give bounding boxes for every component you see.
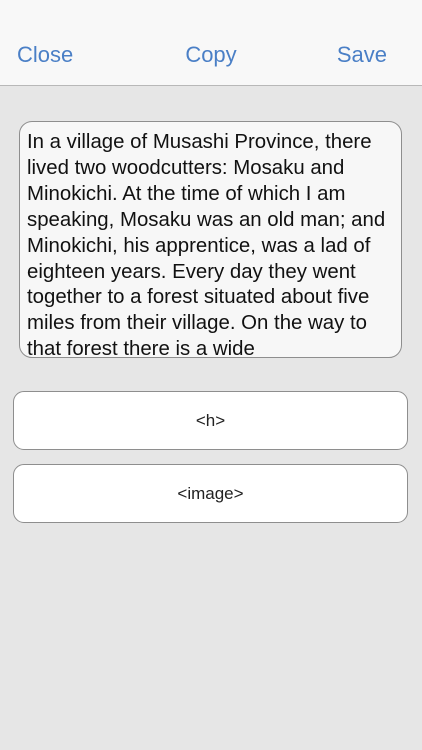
text-editor[interactable]: In a village of Musashi Province, there … — [19, 121, 402, 358]
insert-image-button[interactable]: <image> — [13, 464, 408, 523]
insert-h-button[interactable]: <h> — [13, 391, 408, 450]
copy-button[interactable]: Copy — [185, 41, 236, 69]
screen: Close Copy Save In a village of Musashi … — [0, 0, 422, 750]
save-button[interactable]: Save — [337, 41, 387, 69]
navigation-bar: Close Copy Save — [0, 0, 422, 86]
